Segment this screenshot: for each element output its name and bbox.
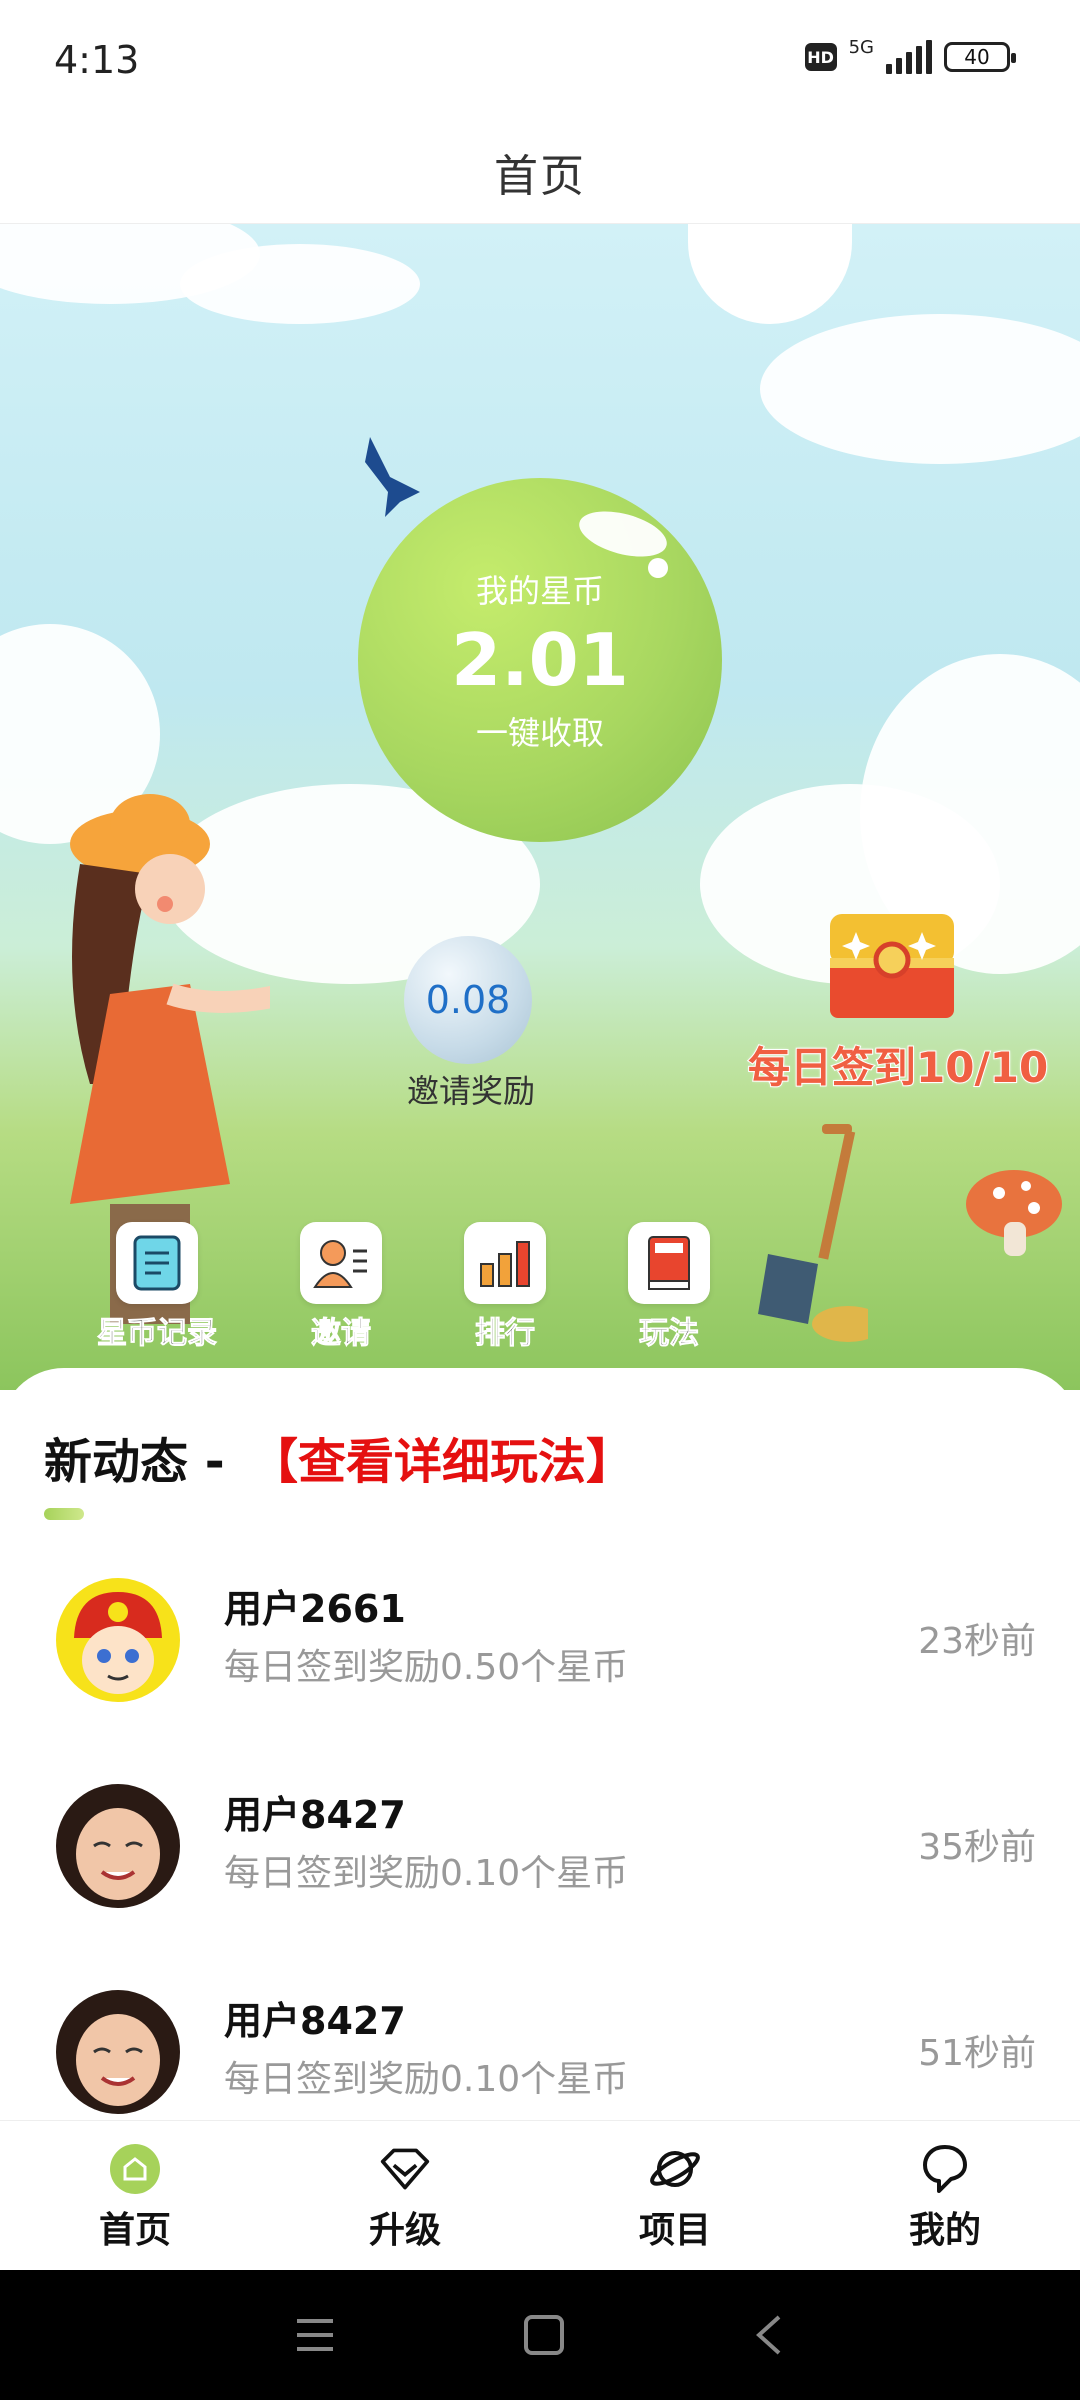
quick-ranking[interactable]: 排行 <box>430 1222 580 1352</box>
view-rules-link[interactable]: 【查看详细玩法】 <box>250 1422 634 1492</box>
book-icon <box>628 1222 710 1304</box>
cloud-decoration <box>180 244 420 324</box>
activity-time: 35秒前 <box>918 1827 1036 1868</box>
title-underline <box>44 1508 84 1520</box>
invite-reward-bubble[interactable]: 0.08 <box>404 936 532 1064</box>
coin-label: 我的星币 <box>475 572 604 610</box>
home-square-icon[interactable] <box>522 2313 566 2357</box>
status-indicators: HD 5G 40 <box>804 36 1016 74</box>
activity-time: 23秒前 <box>918 1621 1036 1662</box>
feed-item[interactable]: 用户8427 每日签到奖励0.10个星币 35秒前 <box>0 1756 1080 1936</box>
daily-checkin-label[interactable]: 每日签到10/10 <box>747 1034 1049 1095</box>
diamond-icon <box>379 2143 431 2195</box>
back-icon[interactable] <box>751 2313 787 2357</box>
activity-description: 每日签到奖励0.10个星币 <box>224 2059 629 2100</box>
system-nav-bar <box>0 2270 1080 2400</box>
user-name: 用户8427 <box>224 1793 406 1837</box>
network-type: 5G <box>848 36 874 58</box>
activity-time: 51秒前 <box>918 2033 1036 2074</box>
home-icon <box>109 2143 161 2195</box>
quick-label: 排行 <box>475 1316 536 1352</box>
invite-reward-label: 邀请奖励 <box>406 1072 535 1110</box>
tab-label: 升级 <box>368 2210 441 2251</box>
bar-chart-icon <box>464 1222 546 1304</box>
status-time: 4:13 <box>54 38 140 82</box>
document-icon <box>116 1222 198 1304</box>
gloss-highlight <box>574 503 672 565</box>
avatar <box>56 1990 180 2114</box>
feed-item[interactable]: 用户8427 每日签到奖励0.10个星币 51秒前 <box>0 1962 1080 2142</box>
quick-coin-records[interactable]: 星币记录 <box>82 1222 232 1352</box>
battery-icon: 40 <box>944 42 1016 72</box>
hd-icon: HD <box>804 43 837 71</box>
activity-description: 每日签到奖励0.10个星币 <box>224 1853 629 1894</box>
quick-label: 玩法 <box>639 1316 700 1352</box>
invite-reward-value: 0.08 <box>425 978 511 1022</box>
feed-title: 新动态 - <box>44 1434 225 1490</box>
collect-label: 一键收取 <box>475 714 604 752</box>
battery-level: 40 <box>964 45 990 69</box>
quick-invite[interactable]: 邀请 <box>266 1222 416 1352</box>
hero-scene: 我的星币 2.01 一键收取 0.08 邀请奖励 每日签到10/10 星币记录 … <box>0 224 1080 1390</box>
tab-projects[interactable]: 项目 <box>540 2121 810 2270</box>
bottom-tab-bar: 首页 升级 项目 我的 <box>0 2120 1080 2270</box>
feed-item[interactable]: 用户2661 每日签到奖励0.50个星币 23秒前 <box>0 1550 1080 1730</box>
tab-home[interactable]: 首页 <box>0 2121 270 2270</box>
page-title: 首页 <box>494 150 586 202</box>
planet-icon <box>649 2143 701 2195</box>
tab-label: 首页 <box>98 2210 171 2251</box>
status-bar: 4:13 HD 5G 40 <box>0 0 1080 120</box>
activity-description: 每日签到奖励0.50个星币 <box>224 1647 629 1688</box>
avatar <box>56 1578 180 1702</box>
app-header: 首页 <box>0 120 1080 224</box>
menu-icon[interactable] <box>293 2315 337 2355</box>
quick-rules[interactable]: 玩法 <box>594 1222 744 1352</box>
signal-icon <box>886 40 932 74</box>
shovel-decoration <box>758 1124 868 1342</box>
coin-collect-button[interactable]: 我的星币 2.01 一键收取 <box>358 478 722 842</box>
coin-balance: 2.01 <box>451 618 629 702</box>
tab-profile[interactable]: 我的 <box>810 2121 1080 2270</box>
quick-label: 邀请 <box>311 1316 372 1352</box>
gloss-highlight <box>648 558 668 578</box>
tab-upgrade[interactable]: 升级 <box>270 2121 540 2270</box>
tab-label: 项目 <box>638 2210 711 2251</box>
cloud-decoration <box>760 314 1080 464</box>
treasure-chest-icon[interactable] <box>826 910 958 1022</box>
invite-user-icon <box>300 1222 382 1304</box>
activity-feed: 新动态 - 【查看详细玩法】 用户2661 每日签到奖励0.50个星币 23秒前… <box>0 1368 1080 2120</box>
sun-decoration <box>688 224 852 324</box>
user-name: 用户8427 <box>224 1999 406 2043</box>
tab-label: 我的 <box>908 2210 981 2251</box>
quick-label: 星币记录 <box>97 1316 218 1352</box>
mushroom-decoration <box>966 1170 1062 1256</box>
avatar <box>56 1784 180 1908</box>
bird-icon <box>365 437 420 517</box>
user-name: 用户2661 <box>224 1587 406 1631</box>
profile-icon <box>919 2143 971 2195</box>
